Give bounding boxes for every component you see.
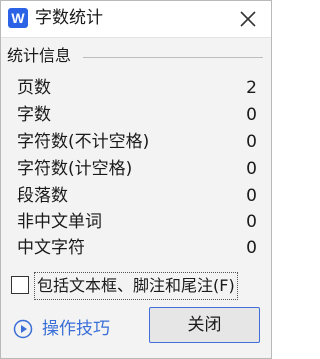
stat-value: 0 bbox=[246, 132, 257, 152]
stat-label: 字符数(不计空格) bbox=[17, 132, 150, 152]
include-textboxes-checkbox[interactable] bbox=[11, 276, 29, 294]
tips-label[interactable]: 操作技巧 bbox=[42, 317, 110, 341]
section-title: 统计信息 bbox=[7, 46, 72, 65]
stat-row-chinese-chars: 中文字符 0 bbox=[17, 235, 257, 261]
include-textboxes-label[interactable]: 包括文本框、脚注和尾注(F) bbox=[34, 272, 238, 300]
stat-row-words: 字数 0 bbox=[17, 102, 257, 128]
section-divider bbox=[83, 57, 263, 58]
play-circle-icon bbox=[13, 319, 33, 339]
stat-value: 0 bbox=[246, 238, 257, 258]
close-icon[interactable] bbox=[239, 10, 257, 28]
stat-label: 字数 bbox=[17, 105, 51, 125]
stat-label: 字符数(计空格) bbox=[17, 159, 133, 179]
stat-value: 2 bbox=[246, 78, 257, 98]
stat-row-pages: 页数 2 bbox=[17, 75, 257, 101]
stat-value: 0 bbox=[246, 212, 257, 232]
dialog-title: 字数统计 bbox=[35, 8, 103, 28]
stat-label: 非中文单词 bbox=[17, 212, 102, 232]
stat-value: 0 bbox=[246, 186, 257, 206]
stat-label: 页数 bbox=[17, 78, 51, 98]
stat-row-non-chinese-words: 非中文单词 0 bbox=[17, 209, 257, 235]
wps-writer-icon: W bbox=[8, 8, 28, 28]
stat-value: 0 bbox=[246, 105, 257, 125]
stat-label: 段落数 bbox=[17, 186, 68, 206]
stat-row-paragraphs: 段落数 0 bbox=[17, 183, 257, 209]
stat-row-chars-no-spaces: 字符数(不计空格) 0 bbox=[17, 129, 257, 155]
close-button[interactable]: 关闭 bbox=[149, 307, 260, 343]
word-count-dialog: W 字数统计 统计信息 页数 2 字数 0 字符数(不计空格) 0 字符数(计空… bbox=[0, 0, 272, 359]
title-bar: W 字数统计 bbox=[1, 1, 271, 38]
stat-row-chars-with-spaces: 字符数(计空格) 0 bbox=[17, 156, 257, 182]
stat-label: 中文字符 bbox=[17, 238, 85, 258]
stat-value: 0 bbox=[246, 159, 257, 179]
